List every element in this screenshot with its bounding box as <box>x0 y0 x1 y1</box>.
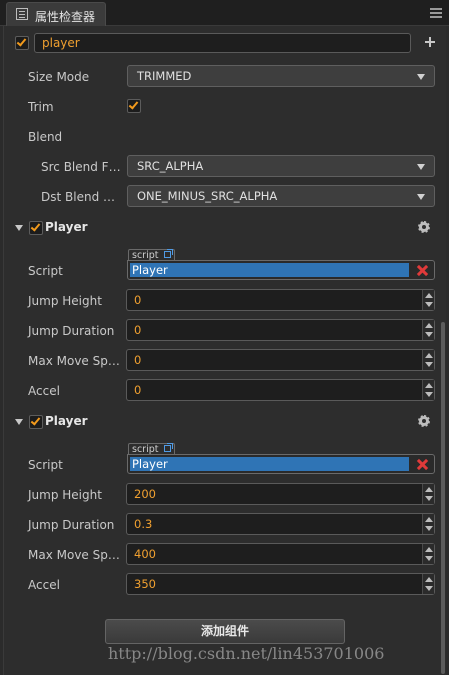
field-value: 0 <box>134 293 142 307</box>
component-title: Player <box>45 414 88 428</box>
field-label: Jump Height <box>28 294 102 308</box>
inspector-icon <box>16 8 28 20</box>
field-value: 0 <box>134 383 142 397</box>
field-value: 0 <box>134 323 142 337</box>
watermark: http://blog.csdn.net/lin453701006 <box>108 644 385 663</box>
src-blend-label: Src Blend F… <box>41 160 121 174</box>
dst-blend-label: Dst Blend … <box>41 190 115 204</box>
size-mode-label: Size Mode <box>28 70 90 84</box>
field-label: Accel <box>28 578 60 592</box>
tab-title: 属性检查器 <box>35 10 96 24</box>
field-label: Max Move Sp… <box>28 354 120 368</box>
stepper-icon[interactable] <box>422 544 434 564</box>
dst-blend-select[interactable]: ONE_MINUS_SRC_ALPHA <box>127 185 435 207</box>
blend-label: Blend <box>28 130 63 144</box>
add-icon[interactable] <box>425 37 435 47</box>
size-mode-value: TRIMMED <box>137 69 192 83</box>
stepper-icon[interactable] <box>422 514 434 534</box>
node-enabled-checkbox[interactable] <box>15 36 29 50</box>
chevron-down-icon <box>417 164 425 170</box>
checkmark-icon <box>128 99 139 110</box>
script-label: Script <box>28 264 63 278</box>
script-value: Player <box>130 457 409 471</box>
fold-arrow-icon[interactable] <box>15 419 23 425</box>
field-label: Jump Duration <box>28 324 115 338</box>
script-field[interactable]: Player <box>127 454 435 474</box>
jump-height-input[interactable]: 0 <box>126 289 435 311</box>
checkmark-icon <box>30 415 41 426</box>
add-component-button[interactable]: 添加组件 <box>105 619 345 644</box>
field-value: 400 <box>134 547 156 561</box>
script-value: Player <box>130 263 409 277</box>
chevron-down-icon <box>417 74 425 80</box>
script-label: Script <box>28 458 63 472</box>
jump-height-input[interactable]: 200 <box>126 483 435 505</box>
component-header[interactable]: Player <box>13 411 439 433</box>
checkmark-icon <box>30 221 41 232</box>
max-move-speed-input[interactable]: 400 <box>126 543 435 565</box>
stepper-icon[interactable] <box>422 320 434 340</box>
stepper-icon[interactable] <box>422 290 434 310</box>
accel-input[interactable]: 0 <box>126 379 435 401</box>
component-enabled-checkbox[interactable] <box>29 221 43 235</box>
script-field[interactable]: Player <box>127 260 435 280</box>
remove-icon[interactable] <box>417 459 428 470</box>
stepper-icon[interactable] <box>422 484 434 504</box>
field-value: 0.3 <box>134 517 153 531</box>
field-label: Max Move Sp… <box>28 548 120 562</box>
field-label: Accel <box>28 384 60 398</box>
dst-blend-value: ONE_MINUS_SRC_ALPHA <box>137 189 278 203</box>
src-blend-select[interactable]: SRC_ALPHA <box>127 155 435 177</box>
component-title: Player <box>45 220 88 234</box>
scrollbar[interactable] <box>441 322 445 674</box>
field-value: 0 <box>134 353 142 367</box>
open-link-icon[interactable] <box>164 443 173 452</box>
gear-icon[interactable] <box>418 415 430 427</box>
max-move-speed-input[interactable]: 0 <box>126 349 435 371</box>
field-label: Jump Height <box>28 488 102 502</box>
accel-input[interactable]: 350 <box>126 573 435 595</box>
remove-icon[interactable] <box>417 265 428 276</box>
trim-checkbox[interactable] <box>127 99 141 113</box>
tab-inspector[interactable]: 属性检查器 <box>6 2 106 26</box>
stepper-icon[interactable] <box>422 574 434 594</box>
panel-tab-bar: 属性检查器 <box>0 0 449 26</box>
component-enabled-checkbox[interactable] <box>29 415 43 429</box>
stepper-icon[interactable] <box>422 350 434 370</box>
menu-icon[interactable] <box>430 8 442 18</box>
field-value: 200 <box>134 487 156 501</box>
field-value: 350 <box>134 577 156 591</box>
checkmark-icon <box>16 36 27 47</box>
gear-icon[interactable] <box>418 221 430 233</box>
component-header[interactable]: Player <box>13 217 439 239</box>
node-name-input[interactable]: player <box>34 33 411 53</box>
chevron-down-icon <box>417 194 425 200</box>
jump-duration-input[interactable]: 0 <box>126 319 435 341</box>
open-link-icon[interactable] <box>164 249 173 258</box>
fold-arrow-icon[interactable] <box>15 225 23 231</box>
stepper-icon[interactable] <box>422 380 434 400</box>
size-mode-select[interactable]: TRIMMED <box>127 65 435 87</box>
jump-duration-input[interactable]: 0.3 <box>126 513 435 535</box>
src-blend-value: SRC_ALPHA <box>137 159 204 173</box>
field-label: Jump Duration <box>28 518 115 532</box>
trim-label: Trim <box>28 100 54 114</box>
